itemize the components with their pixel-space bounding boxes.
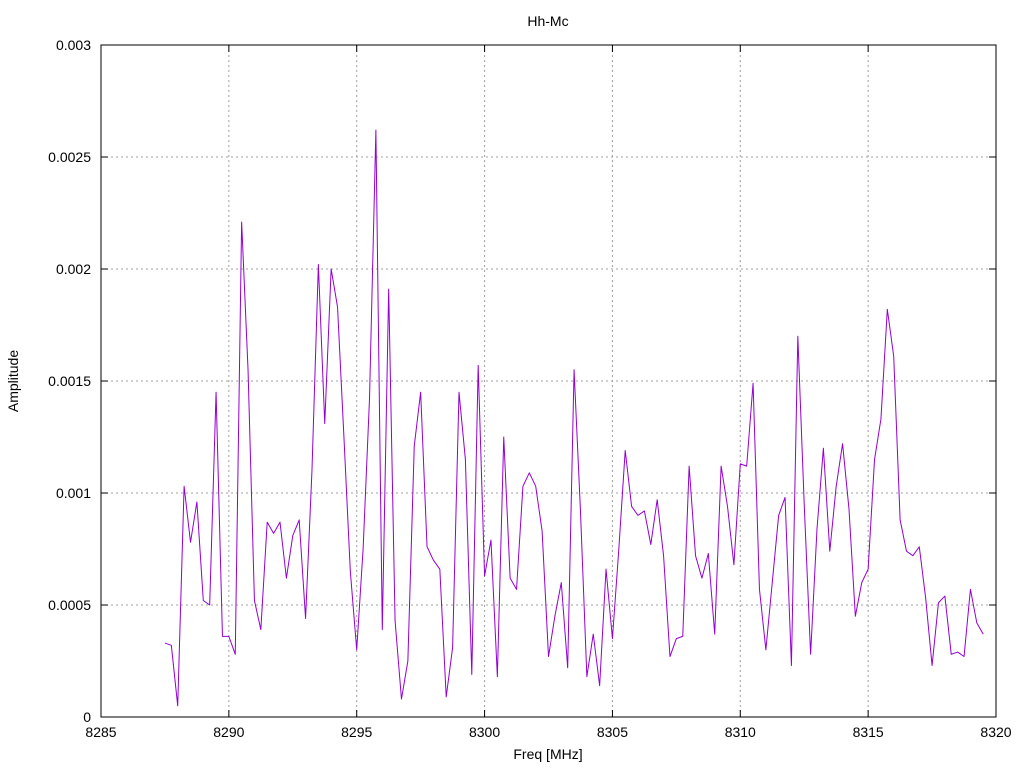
x-tick-label: 8315 [853, 724, 884, 740]
y-tick-label: 0.001 [56, 485, 91, 501]
series-line-0 [164, 129, 984, 707]
x-tick-label: 8305 [597, 724, 628, 740]
x-tick-label: 8300 [469, 724, 500, 740]
x-axis-label: Freq [MHz] [513, 746, 582, 762]
x-tick-label: 8310 [725, 724, 756, 740]
x-tick-label: 8295 [341, 724, 372, 740]
x-tick-label: 8320 [980, 724, 1011, 740]
y-tick-label: 0.0005 [48, 597, 91, 613]
series-layer [164, 129, 984, 707]
y-tick-label: 0.0015 [48, 373, 91, 389]
y-tick-label: 0 [83, 709, 91, 725]
x-tick-label: 8285 [85, 724, 116, 740]
y-tick-label: 0.002 [56, 261, 91, 277]
amplitude-chart: 8285 8290 8295 8300 8305 8310 8315 8320 0 0.0005 0… [5, 13, 1012, 762]
y-axis-label: Amplitude [5, 350, 21, 412]
grid-lines [101, 45, 996, 717]
y-tick-label: 0.003 [56, 37, 91, 53]
tick-labels: 8285 8290 8295 8300 8305 8310 8315 8320 0 0.0005 0… [48, 37, 1012, 740]
y-tick-label: 0.0025 [48, 149, 91, 165]
chart-title: Hh-Mc [527, 13, 568, 29]
x-tick-label: 8290 [213, 724, 244, 740]
